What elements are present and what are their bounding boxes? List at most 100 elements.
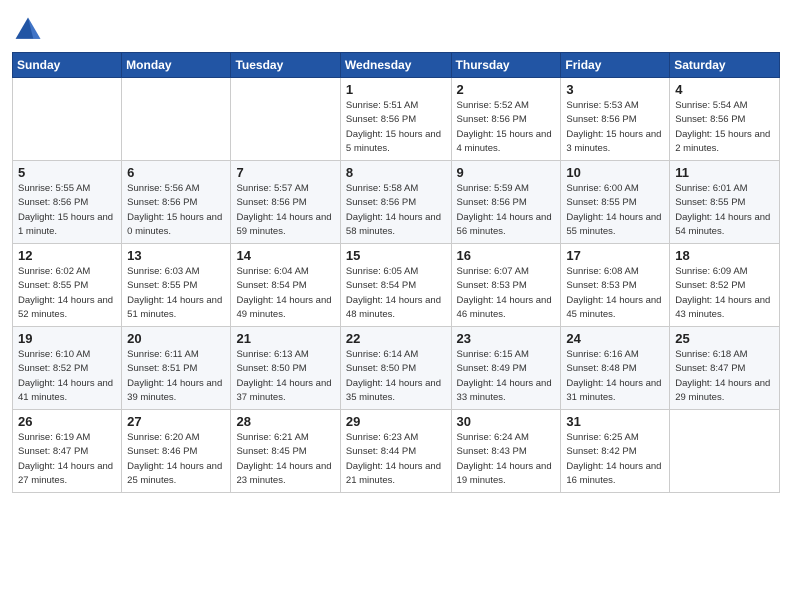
calendar-header-wednesday: Wednesday — [340, 53, 451, 78]
calendar-cell-1-4: 1 Sunrise: 5:51 AMSunset: 8:56 PMDaylight… — [340, 78, 451, 161]
calendar-cell-5-7 — [670, 410, 780, 493]
day-info: Sunrise: 6:11 AMSunset: 8:51 PMDaylight:… — [127, 348, 226, 405]
day-number: 28 — [236, 414, 335, 429]
calendar-table: SundayMondayTuesdayWednesdayThursdayFrid… — [12, 52, 780, 493]
day-number: 11 — [675, 165, 775, 180]
day-number: 1 — [346, 82, 447, 97]
calendar-cell-1-1 — [13, 78, 122, 161]
calendar-header-monday: Monday — [122, 53, 231, 78]
day-number: 25 — [675, 331, 775, 346]
day-info: Sunrise: 6:04 AMSunset: 8:54 PMDaylight:… — [236, 265, 335, 322]
calendar-cell-3-3: 14Sunrise: 6:04 AMSunset: 8:54 PMDayligh… — [231, 244, 340, 327]
calendar-cell-1-5: 2Sunrise: 5:52 AMSunset: 8:56 PMDaylight… — [451, 78, 561, 161]
calendar-cell-1-6: 3 Sunrise: 5:53 AMSunset: 8:56 PMDaylight… — [561, 78, 670, 161]
page: SundayMondayTuesdayWednesdayThursdayFrid… — [0, 0, 792, 612]
day-number: 13 — [127, 248, 226, 263]
day-number: 19 — [18, 331, 117, 346]
header — [12, 10, 780, 46]
calendar-cell-2-2: 6 Sunrise: 5:56 AMSunset: 8:56 PMDaylight… — [122, 161, 231, 244]
calendar-cell-5-1: 26Sunrise: 6:19 AMSunset: 8:47 PMDayligh… — [13, 410, 122, 493]
calendar-week-row-5: 26Sunrise: 6:19 AMSunset: 8:47 PMDayligh… — [13, 410, 780, 493]
calendar-cell-3-5: 16 Sunrise: 6:07 AMSunset: 8:53 PMDayligh… — [451, 244, 561, 327]
day-info: Sunrise: 6:13 AMSunset: 8:50 PMDaylight:… — [236, 348, 335, 405]
day-info: Sunrise: 5:55 AMSunset: 8:56 PMDaylight:… — [18, 182, 117, 239]
day-info: Sunrise: 6:25 AMSunset: 8:42 PMDaylight:… — [566, 431, 665, 488]
calendar-header-tuesday: Tuesday — [231, 53, 340, 78]
day-info: Sunrise: 6:15 AMSunset: 8:49 PMDaylight:… — [457, 348, 557, 405]
day-number: 5 — [18, 165, 117, 180]
day-info: Sunrise: 6:09 AMSunset: 8:52 PMDaylight:… — [675, 265, 775, 322]
day-info: Sunrise: 5:57 AMSunset: 8:56 PMDaylight:… — [236, 182, 335, 239]
calendar-cell-1-3 — [231, 78, 340, 161]
calendar-week-row-3: 12 Sunrise: 6:02 AMSunset: 8:55 PMDayligh… — [13, 244, 780, 327]
day-info: Sunrise: 6:24 AMSunset: 8:43 PMDaylight:… — [457, 431, 557, 488]
day-info: Sunrise: 6:03 AMSunset: 8:55 PMDaylight:… — [127, 265, 226, 322]
day-number: 7 — [236, 165, 335, 180]
day-number: 9 — [457, 165, 557, 180]
day-info: Sunrise: 6:16 AMSunset: 8:48 PMDaylight:… — [566, 348, 665, 405]
day-number: 22 — [346, 331, 447, 346]
calendar-cell-2-5: 9 Sunrise: 5:59 AMSunset: 8:56 PMDaylight… — [451, 161, 561, 244]
calendar-cell-5-5: 30 Sunrise: 6:24 AMSunset: 8:43 PMDayligh… — [451, 410, 561, 493]
calendar-cell-5-3: 28 Sunrise: 6:21 AMSunset: 8:45 PMDayligh… — [231, 410, 340, 493]
day-number: 16 — [457, 248, 557, 263]
calendar-header-sunday: Sunday — [13, 53, 122, 78]
calendar-cell-4-5: 23 Sunrise: 6:15 AMSunset: 8:49 PMDayligh… — [451, 327, 561, 410]
day-number: 12 — [18, 248, 117, 263]
day-number: 2 — [457, 82, 557, 97]
day-info: Sunrise: 5:53 AMSunset: 8:56 PMDaylight:… — [566, 99, 665, 156]
calendar-cell-2-6: 10 Sunrise: 6:00 AMSunset: 8:55 PMDayligh… — [561, 161, 670, 244]
calendar-week-row-1: 1 Sunrise: 5:51 AMSunset: 8:56 PMDaylight… — [13, 78, 780, 161]
calendar-cell-4-1: 19Sunrise: 6:10 AMSunset: 8:52 PMDayligh… — [13, 327, 122, 410]
day-info: Sunrise: 6:07 AMSunset: 8:53 PMDaylight:… — [457, 265, 557, 322]
day-info: Sunrise: 6:23 AMSunset: 8:44 PMDaylight:… — [346, 431, 447, 488]
day-number: 24 — [566, 331, 665, 346]
day-number: 31 — [566, 414, 665, 429]
calendar-cell-2-3: 7 Sunrise: 5:57 AMSunset: 8:56 PMDaylight… — [231, 161, 340, 244]
day-info: Sunrise: 6:20 AMSunset: 8:46 PMDaylight:… — [127, 431, 226, 488]
calendar-cell-1-7: 4 Sunrise: 5:54 AMSunset: 8:56 PMDaylight… — [670, 78, 780, 161]
calendar-cell-5-2: 27 Sunrise: 6:20 AMSunset: 8:46 PMDayligh… — [122, 410, 231, 493]
calendar-header-saturday: Saturday — [670, 53, 780, 78]
calendar-cell-5-6: 31 Sunrise: 6:25 AMSunset: 8:42 PMDayligh… — [561, 410, 670, 493]
day-number: 17 — [566, 248, 665, 263]
day-number: 26 — [18, 414, 117, 429]
calendar-cell-3-6: 17 Sunrise: 6:08 AMSunset: 8:53 PMDayligh… — [561, 244, 670, 327]
day-number: 10 — [566, 165, 665, 180]
day-info: Sunrise: 6:21 AMSunset: 8:45 PMDaylight:… — [236, 431, 335, 488]
day-info: Sunrise: 6:08 AMSunset: 8:53 PMDaylight:… — [566, 265, 665, 322]
day-info: Sunrise: 5:59 AMSunset: 8:56 PMDaylight:… — [457, 182, 557, 239]
calendar-cell-4-3: 21 Sunrise: 6:13 AMSunset: 8:50 PMDayligh… — [231, 327, 340, 410]
day-info: Sunrise: 6:00 AMSunset: 8:55 PMDaylight:… — [566, 182, 665, 239]
day-number: 20 — [127, 331, 226, 346]
day-number: 8 — [346, 165, 447, 180]
calendar-week-row-2: 5 Sunrise: 5:55 AMSunset: 8:56 PMDaylight… — [13, 161, 780, 244]
logo-icon — [12, 14, 44, 46]
day-number: 4 — [675, 82, 775, 97]
day-info: Sunrise: 6:02 AMSunset: 8:55 PMDaylight:… — [18, 265, 117, 322]
calendar-cell-3-2: 13 Sunrise: 6:03 AMSunset: 8:55 PMDayligh… — [122, 244, 231, 327]
day-info: Sunrise: 5:58 AMSunset: 8:56 PMDaylight:… — [346, 182, 447, 239]
day-info: Sunrise: 5:56 AMSunset: 8:56 PMDaylight:… — [127, 182, 226, 239]
day-info: Sunrise: 5:51 AMSunset: 8:56 PMDaylight:… — [346, 99, 447, 156]
day-info: Sunrise: 5:54 AMSunset: 8:56 PMDaylight:… — [675, 99, 775, 156]
day-number: 23 — [457, 331, 557, 346]
day-info: Sunrise: 6:01 AMSunset: 8:55 PMDaylight:… — [675, 182, 775, 239]
calendar-cell-2-4: 8 Sunrise: 5:58 AMSunset: 8:56 PMDaylight… — [340, 161, 451, 244]
day-number: 6 — [127, 165, 226, 180]
day-number: 3 — [566, 82, 665, 97]
day-info: Sunrise: 6:18 AMSunset: 8:47 PMDaylight:… — [675, 348, 775, 405]
calendar-cell-4-7: 25 Sunrise: 6:18 AMSunset: 8:47 PMDayligh… — [670, 327, 780, 410]
calendar-cell-4-6: 24 Sunrise: 6:16 AMSunset: 8:48 PMDayligh… — [561, 327, 670, 410]
day-number: 21 — [236, 331, 335, 346]
day-number: 27 — [127, 414, 226, 429]
calendar-header-row: SundayMondayTuesdayWednesdayThursdayFrid… — [13, 53, 780, 78]
calendar-header-thursday: Thursday — [451, 53, 561, 78]
calendar-cell-3-7: 18 Sunrise: 6:09 AMSunset: 8:52 PMDayligh… — [670, 244, 780, 327]
day-number: 30 — [457, 414, 557, 429]
calendar-cell-2-1: 5 Sunrise: 5:55 AMSunset: 8:56 PMDaylight… — [13, 161, 122, 244]
day-number: 18 — [675, 248, 775, 263]
calendar-header-friday: Friday — [561, 53, 670, 78]
calendar-cell-3-4: 15Sunrise: 6:05 AMSunset: 8:54 PMDayligh… — [340, 244, 451, 327]
calendar-cell-1-2 — [122, 78, 231, 161]
